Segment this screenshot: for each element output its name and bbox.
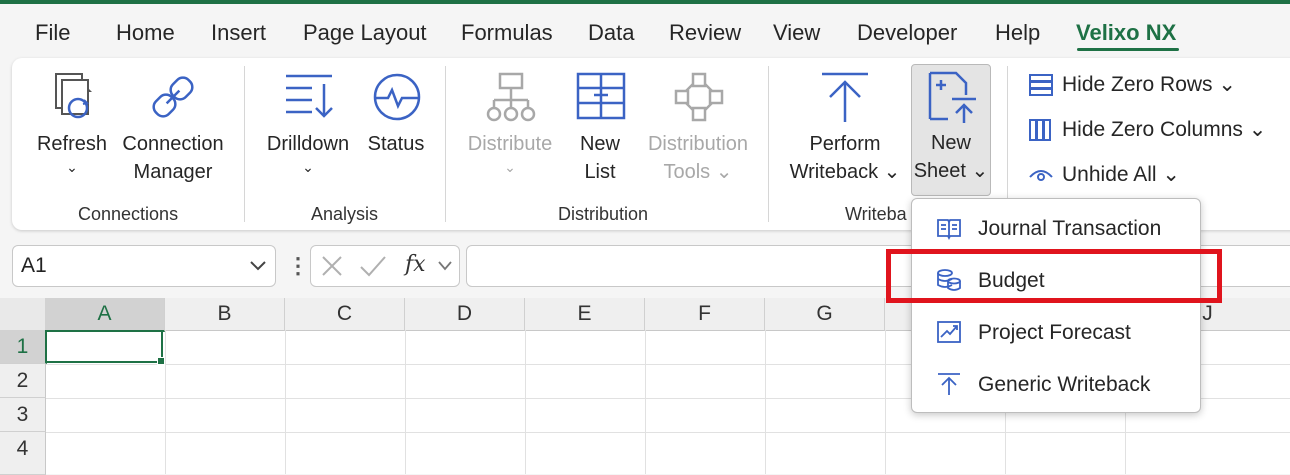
upload-arrow-icon <box>938 373 960 395</box>
trend-chart-icon <box>937 321 961 343</box>
column-header[interactable]: E <box>525 298 645 331</box>
new-sheet-icon <box>928 71 976 123</box>
fill-handle[interactable] <box>157 357 165 365</box>
select-all-corner[interactable] <box>0 298 46 331</box>
grid-line <box>885 330 886 474</box>
hierarchy-icon <box>486 72 536 122</box>
highlight-box <box>886 249 1222 303</box>
status-button[interactable]: Status <box>362 68 430 188</box>
chevron-down-icon[interactable] <box>437 259 453 273</box>
insert-function-button[interactable]: fx <box>405 252 426 277</box>
column-header[interactable]: D <box>405 298 525 331</box>
group-label-writeback: Writeba <box>845 204 907 224</box>
rows-icon <box>1029 74 1053 97</box>
hide-zero-rows-button[interactable]: Hide Zero Rows ⌄ <box>1028 72 1236 97</box>
menu-item-journal-transaction[interactable]: Journal Transaction <box>912 203 1200 255</box>
column-header[interactable]: B <box>165 298 285 331</box>
grid-line <box>165 330 166 474</box>
table-list-icon <box>576 72 626 120</box>
menu-item-generic-writeback[interactable]: Generic Writeback <box>912 359 1200 411</box>
tab-data[interactable]: Data <box>588 20 634 46</box>
chevron-down-icon: ⌄ <box>66 159 78 175</box>
tab-page-layout[interactable]: Page Layout <box>303 20 427 46</box>
book-icon <box>937 219 961 240</box>
group-label-analysis: Analysis <box>311 204 379 224</box>
grid-line <box>525 330 526 474</box>
column-header[interactable]: G <box>765 298 885 331</box>
unhide-all-button[interactable]: Unhide All ⌄ <box>1028 162 1180 187</box>
ribbon-tabs: File Home Insert Page Layout Formulas Da… <box>0 4 1290 56</box>
group-label-distribution: Distribution <box>558 204 649 224</box>
refresh-button[interactable]: Refresh ⌄ <box>34 68 110 188</box>
group-separator <box>768 66 769 222</box>
row-header[interactable]: 4 <box>0 432 46 475</box>
tab-developer[interactable]: Developer <box>857 20 957 46</box>
tab-formulas[interactable]: Formulas <box>461 20 553 46</box>
tab-review[interactable]: Review <box>669 20 741 46</box>
grid-line <box>285 330 286 474</box>
drilldown-icon <box>286 74 333 118</box>
name-box[interactable]: A1 <box>12 245 276 287</box>
row-header[interactable]: 3 <box>0 398 46 432</box>
tab-help[interactable]: Help <box>995 20 1040 46</box>
upload-arrow-icon <box>822 72 868 122</box>
column-header[interactable]: A <box>45 298 165 332</box>
tab-insert[interactable]: Insert <box>211 20 266 46</box>
grid-line <box>46 432 1290 433</box>
grid-line <box>405 330 406 474</box>
tab-view[interactable]: View <box>773 20 820 46</box>
group-separator <box>445 66 446 222</box>
new-list-button[interactable]: New List <box>568 68 632 188</box>
active-tab-indicator <box>1077 48 1179 51</box>
new-sheet-menu: Journal Transaction Budget Project Forec… <box>911 198 1201 413</box>
new-sheet-button[interactable]: New Sheet ⌄ <box>911 64 991 196</box>
eye-icon <box>1029 170 1053 182</box>
chevron-down-icon: ⌄ <box>504 159 516 175</box>
tab-file[interactable]: File <box>35 20 70 46</box>
tab-velixo-nx[interactable]: Velixo NX <box>1076 20 1176 46</box>
grid-line <box>645 330 646 474</box>
drilldown-button[interactable]: Drilldown ⌄ <box>260 68 356 188</box>
columns-icon <box>1029 119 1051 142</box>
cancel-icon[interactable] <box>321 255 343 277</box>
formula-controls: fx <box>310 245 460 287</box>
connection-manager-button[interactable]: Connection Manager <box>118 68 228 188</box>
group-separator <box>244 66 245 222</box>
menu-item-project-forecast[interactable]: Project Forecast <box>912 307 1200 359</box>
group-label-connections: Connections <box>78 204 179 224</box>
hide-zero-columns-button[interactable]: Hide Zero Columns ⌄ <box>1028 117 1266 142</box>
pulse-status-icon <box>373 73 421 121</box>
network-icon <box>674 72 724 122</box>
distribution-tools-button[interactable]: Distribution Tools ⌄ <box>642 68 754 188</box>
perform-writeback-button[interactable]: Perform Writeback ⌄ <box>788 68 902 188</box>
more-options-icon[interactable]: ⋮ <box>287 253 309 279</box>
grid-line <box>765 330 766 474</box>
chevron-down-icon: ⌄ <box>302 159 314 175</box>
link-chain-icon <box>152 76 194 118</box>
tab-home[interactable]: Home <box>116 20 175 46</box>
column-header[interactable]: C <box>285 298 405 331</box>
distribute-button[interactable]: Distribute ⌄ <box>462 68 558 188</box>
row-header[interactable]: 2 <box>0 364 46 398</box>
refresh-icon <box>55 73 92 119</box>
active-cell[interactable] <box>45 330 165 365</box>
enter-check-icon[interactable] <box>359 255 387 277</box>
column-header[interactable]: F <box>645 298 765 331</box>
chevron-down-icon <box>250 261 266 271</box>
row-header[interactable]: 1 <box>0 330 47 364</box>
